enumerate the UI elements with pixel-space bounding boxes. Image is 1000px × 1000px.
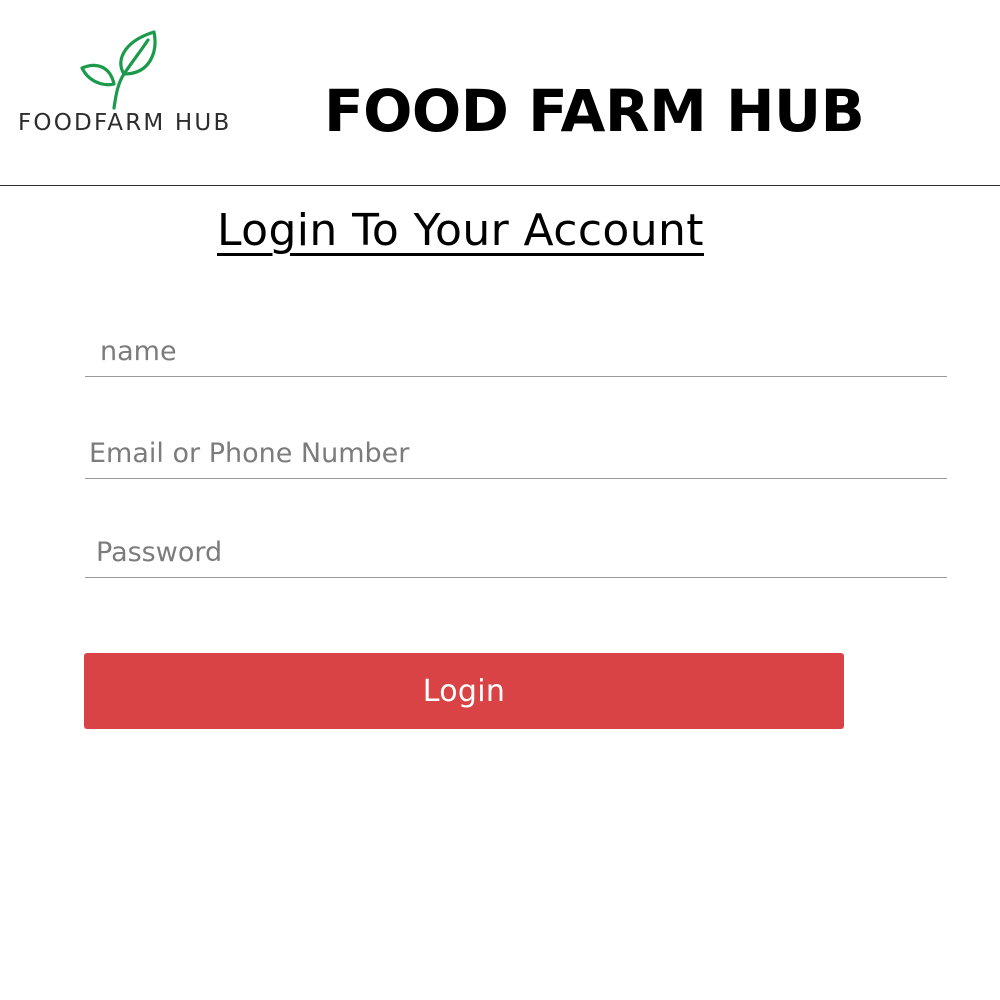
login-button[interactable]: Login [84,653,844,729]
login-page: FOODFARM HUB FOOD FARM HUB Login To Your… [0,0,1000,1000]
logo-wordmark: FOODFARM HUB [18,110,232,136]
login-heading: Login To Your Account [217,205,704,256]
leaf-sprout-icon [80,30,157,110]
site-header: FOODFARM HUB FOOD FARM HUB [0,0,1000,186]
brand-logo[interactable]: FOODFARM HUB [14,28,234,143]
email-or-phone-input[interactable] [85,435,947,479]
password-input[interactable] [85,534,947,578]
name-input[interactable] [85,333,947,377]
site-title: FOOD FARM HUB [324,77,865,145]
